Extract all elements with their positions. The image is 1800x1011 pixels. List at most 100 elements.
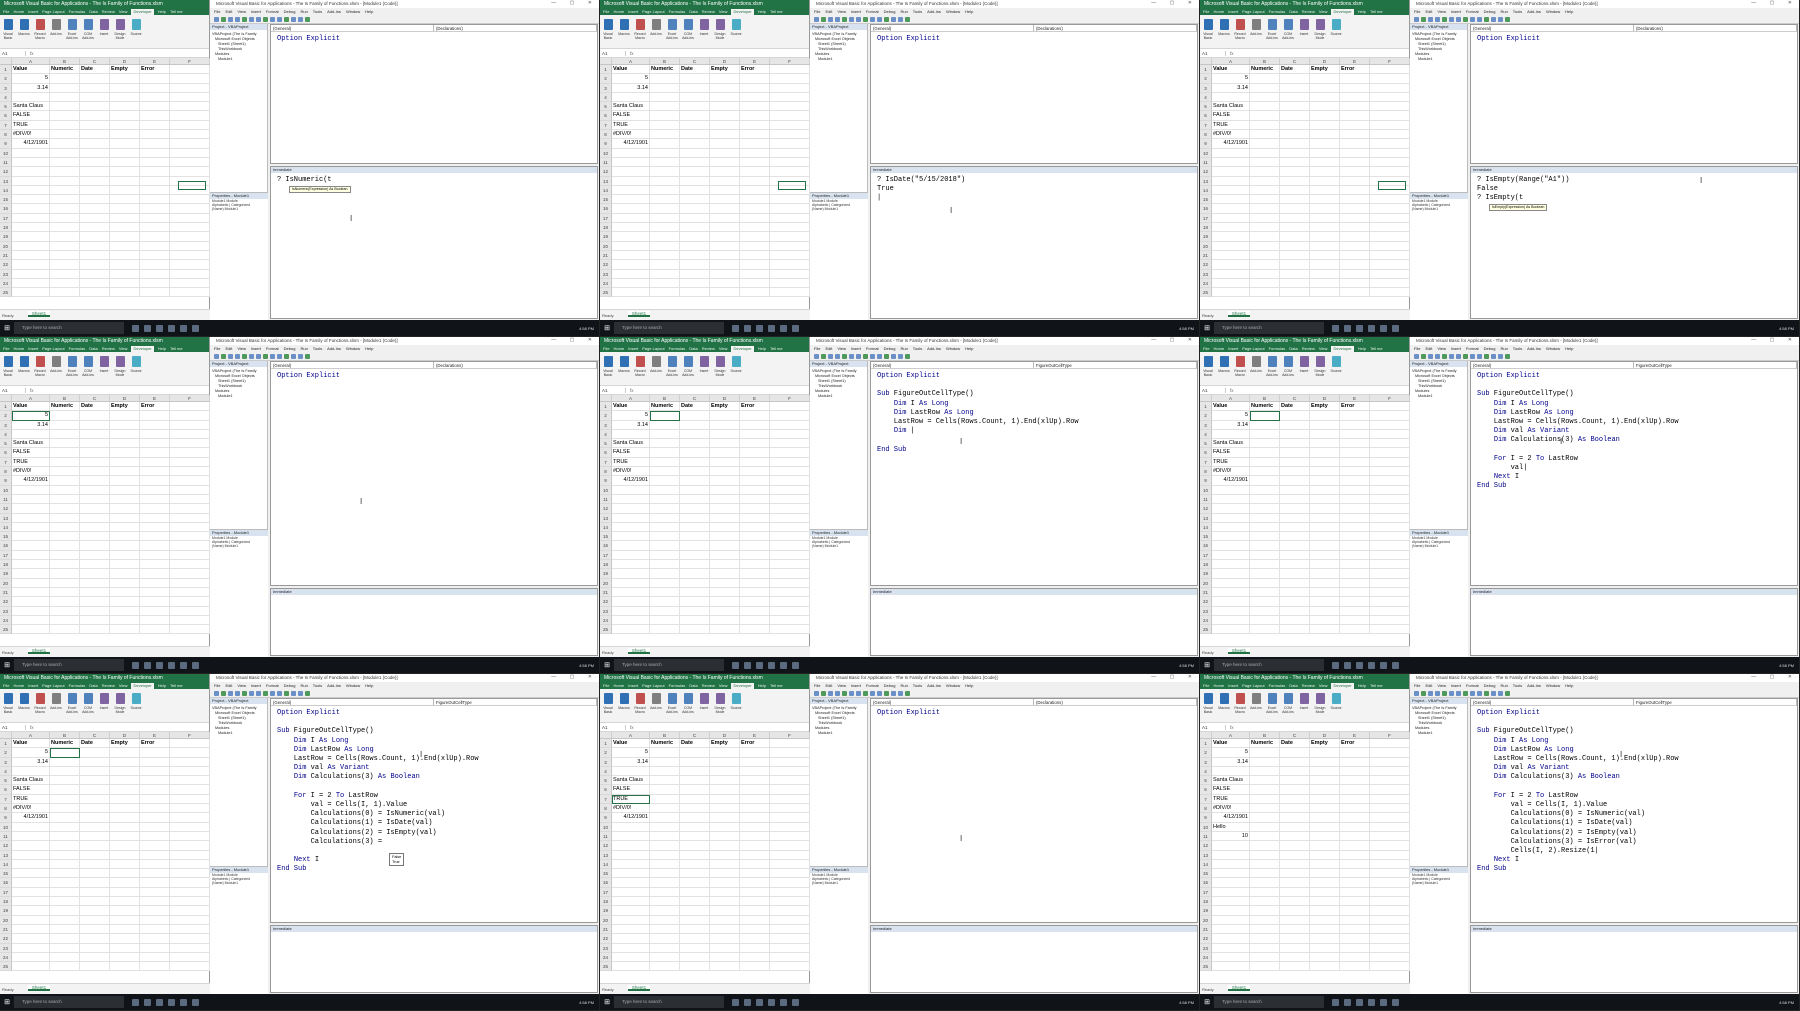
sheet-row[interactable]: 8 #DIV/0! (1200, 804, 1410, 814)
row-number[interactable]: 15 (0, 869, 12, 879)
sheet-cell[interactable] (740, 130, 770, 140)
sheet-cell[interactable] (50, 74, 80, 84)
window-controls[interactable]: — ▢ ✕ (1151, 337, 1198, 343)
sheet-cell[interactable] (740, 411, 770, 421)
row-number[interactable]: 10 (600, 822, 612, 832)
vba-menu-item[interactable]: View (1437, 345, 1446, 352)
sheet-cell[interactable] (1310, 794, 1340, 805)
sheet-cell[interactable]: Value (1212, 739, 1250, 749)
toolbar-button-icon[interactable] (856, 690, 861, 696)
sheet-cell[interactable] (1310, 139, 1340, 149)
sheet-row[interactable]: 20 (0, 915, 210, 925)
sheet-cell[interactable] (650, 120, 680, 131)
sheet-cell[interactable] (650, 185, 680, 196)
toolbar-button-icon[interactable] (905, 16, 910, 22)
sheet-cell[interactable] (612, 560, 650, 570)
sheet-cell[interactable] (140, 859, 170, 870)
sheet-cell[interactable] (50, 494, 80, 505)
sheet-cell[interactable] (710, 766, 740, 777)
sheet-cell[interactable] (1280, 522, 1310, 533)
sheet-cell[interactable] (12, 148, 50, 158)
toolbar-button-icon[interactable] (877, 690, 882, 696)
sheet-cell[interactable] (110, 429, 140, 440)
sheet-cell[interactable] (170, 804, 210, 814)
sheet-cell[interactable] (1212, 943, 1250, 953)
sheet-cell[interactable] (612, 569, 650, 579)
sheet-cell[interactable] (770, 269, 810, 279)
sheet-cell[interactable] (170, 65, 210, 75)
sheet-cell[interactable] (140, 130, 170, 140)
vba-menu-item[interactable]: Help (1565, 8, 1573, 15)
sheet-cell[interactable] (650, 560, 680, 570)
row-number[interactable]: 16 (600, 541, 612, 551)
ribbon-button-icon[interactable] (1204, 19, 1213, 30)
row-number[interactable]: 23 (0, 269, 12, 279)
vba-menu-item[interactable]: Help (965, 682, 973, 689)
project-tree[interactable]: VBAProject (The Is Family Microsoft Excel… (810, 30, 867, 64)
sheet-row[interactable]: 7 TRUE (600, 457, 810, 468)
row-number[interactable]: 25 (1200, 962, 1212, 972)
sheet-cell[interactable]: Value (12, 65, 50, 75)
sheet-cell[interactable] (1370, 494, 1410, 505)
row-number[interactable]: 3 (600, 420, 612, 430)
sheet-cell[interactable] (612, 288, 650, 298)
sheet-cell[interactable] (1280, 513, 1310, 523)
ribbon-button-icon[interactable] (52, 19, 61, 30)
sheet-cell[interactable] (110, 597, 140, 607)
sheet-cell[interactable]: Value (1212, 65, 1250, 75)
ribbon-button-icon[interactable] (1220, 693, 1229, 704)
vba-menu-item[interactable]: Format (266, 682, 279, 689)
sheet-cell[interactable] (140, 785, 170, 795)
sheet-row[interactable]: 24 (0, 615, 210, 626)
sheet-cell[interactable]: Santa Claus (12, 439, 50, 449)
sheet-cell[interactable] (140, 615, 170, 626)
sheet-cell[interactable] (612, 532, 650, 542)
sheet-cell[interactable] (1340, 906, 1370, 916)
sheet-cell[interactable] (1250, 176, 1280, 186)
column-header-b[interactable]: B (650, 732, 680, 738)
sheet-cell[interactable] (170, 111, 210, 121)
sheet-cell[interactable] (110, 878, 140, 888)
sheet-row[interactable]: 11 (0, 494, 210, 505)
sheet-row[interactable]: 25 (600, 288, 810, 298)
row-number[interactable]: 9 (0, 813, 12, 823)
toolbar-button-icon[interactable] (1470, 690, 1475, 696)
immediate-line[interactable]: True (877, 185, 1191, 194)
toolbar-button-icon[interactable] (214, 16, 219, 22)
row-number[interactable]: 8 (0, 804, 12, 814)
sheet-row[interactable]: 16 (600, 878, 810, 888)
column-headers[interactable]: ABCDEF (0, 395, 210, 402)
sheet-cell[interactable] (740, 532, 770, 542)
project-tree[interactable]: VBAProject (The Is Family Microsoft Excel… (810, 704, 867, 738)
toolbar-button-icon[interactable] (284, 16, 289, 22)
sheet-cell[interactable] (770, 402, 810, 412)
sheet-cell[interactable] (1250, 278, 1280, 289)
row-number[interactable]: 17 (600, 550, 612, 561)
sheet-cell[interactable] (1280, 541, 1310, 551)
sheet-cell[interactable] (740, 615, 770, 626)
row-number[interactable]: 17 (1200, 550, 1212, 561)
row-number[interactable]: 9 (1200, 476, 1212, 486)
vba-menu-item[interactable]: View (837, 682, 846, 689)
sheet-cell[interactable]: Santa Claus (612, 776, 650, 786)
sheet-cell[interactable] (1280, 448, 1310, 458)
sheet-row[interactable]: 11 (1200, 494, 1410, 505)
sheet-cell[interactable] (650, 924, 680, 935)
sheet-cell[interactable] (1250, 915, 1280, 925)
sheet-cell[interactable] (740, 176, 770, 186)
row-number[interactable]: 1 (600, 65, 612, 75)
row-number[interactable]: 21 (0, 250, 12, 261)
sheet-cell[interactable] (650, 869, 680, 879)
sheet-cell[interactable] (612, 92, 650, 103)
vba-toolbar[interactable] (1410, 689, 1799, 698)
sheet-cell[interactable]: Numeric (50, 739, 80, 749)
sheet-cell[interactable] (12, 494, 50, 505)
sheet-cell[interactable] (1212, 878, 1250, 888)
sheet-row[interactable]: 10 (600, 148, 810, 158)
sheet-cell[interactable] (170, 494, 210, 505)
sheet-cell[interactable] (650, 794, 680, 805)
sheet-cell[interactable] (740, 625, 770, 635)
sheet-row[interactable]: 3 3.14 (1200, 757, 1410, 767)
sheet-cell[interactable] (80, 532, 110, 542)
sheet-cell[interactable] (710, 962, 740, 972)
